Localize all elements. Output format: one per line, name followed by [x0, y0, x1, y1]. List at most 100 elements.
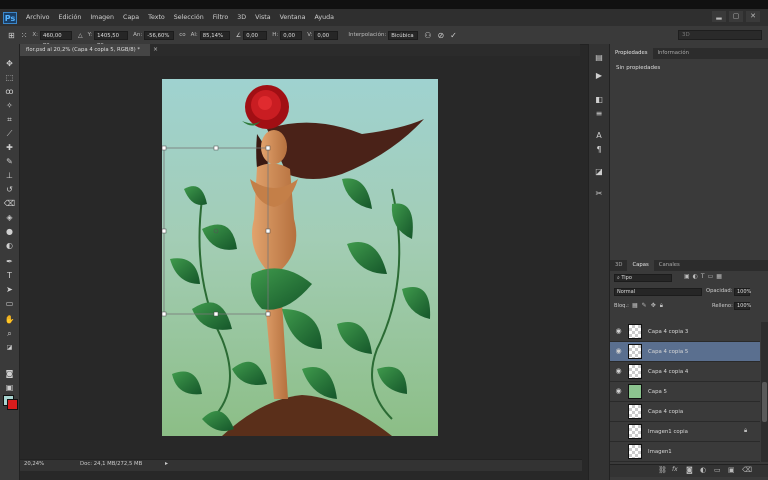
- zoom-tool-icon[interactable]: ⌕: [3, 328, 16, 340]
- angle-field[interactable]: 0,00: [243, 30, 268, 40]
- hand-tool-icon[interactable]: ✋: [3, 314, 16, 326]
- zoom-level[interactable]: 20,24%: [24, 461, 44, 467]
- layer-row[interactable]: ◉ Capa 4 copia 3: [610, 322, 760, 342]
- hskew-field[interactable]: 0,00: [280, 30, 303, 40]
- close-tab-icon[interactable]: ×: [153, 44, 158, 56]
- background-color-swatch[interactable]: [7, 399, 18, 410]
- healing-brush-tool-icon[interactable]: ✚: [3, 142, 16, 154]
- marquee-tool-icon[interactable]: ⬚: [3, 72, 16, 84]
- eyedropper-tool-icon[interactable]: ⟋: [3, 128, 16, 140]
- blend-mode-select[interactable]: Normal: [614, 288, 702, 296]
- tab-propiedades[interactable]: Propiedades: [610, 48, 653, 59]
- pen-tool-icon[interactable]: ✒: [3, 256, 16, 268]
- trash-icon[interactable]: ⌫: [742, 466, 752, 474]
- lock-icons[interactable]: ▦✎✥🔒︎: [632, 302, 667, 310]
- crop-tool-icon[interactable]: ⌗: [3, 114, 16, 126]
- properties-panel-icon[interactable]: ≡: [593, 108, 605, 120]
- eye-icon[interactable]: ◉: [614, 427, 623, 436]
- tool-presets-icon[interactable]: ✂: [593, 188, 605, 200]
- eraser-tool-icon[interactable]: ⌫: [3, 198, 16, 210]
- history-brush-tool-icon[interactable]: ↺: [3, 184, 16, 196]
- history-panel-icon[interactable]: ▤: [593, 52, 605, 64]
- layer-row[interactable]: ◉ Capa 4 copia: [610, 402, 760, 422]
- menu-texto[interactable]: Texto: [148, 14, 165, 21]
- layer-filter-icons[interactable]: ▣◐T▭▦: [684, 273, 725, 280]
- minimize-button[interactable]: ▂: [712, 11, 726, 22]
- tab-capas[interactable]: Capas: [627, 260, 654, 271]
- menu-archivo[interactable]: Archivo: [26, 14, 50, 21]
- layer-filter-select[interactable]: ⌕ Tipo: [614, 274, 672, 282]
- fill-field[interactable]: 100%: [734, 302, 751, 310]
- mask-icon[interactable]: ◙: [686, 466, 693, 474]
- menu-filtro[interactable]: Filtro: [213, 14, 228, 21]
- eye-icon[interactable]: ◉: [614, 407, 623, 416]
- artwork-canvas[interactable]: [162, 79, 438, 436]
- link-icon[interactable]: ⛓: [658, 466, 667, 474]
- layer-row-selected[interactable]: ◉ Capa 4 copia 5: [610, 342, 760, 362]
- menu-ventana[interactable]: Ventana: [280, 14, 306, 21]
- adjustment-icon[interactable]: ◐: [700, 466, 706, 474]
- menu-capa[interactable]: Capa: [123, 14, 139, 21]
- eye-icon[interactable]: ◉: [614, 447, 623, 456]
- reference-point-icon[interactable]: ⁙: [21, 31, 28, 40]
- folder-icon[interactable]: ▭: [714, 466, 721, 474]
- warp-icon[interactable]: ⚇: [424, 31, 431, 40]
- eye-icon[interactable]: ◉: [614, 347, 623, 356]
- layers-scrollbar[interactable]: [761, 322, 768, 462]
- close-button[interactable]: ✕: [746, 11, 760, 22]
- type-tool-icon[interactable]: T: [3, 270, 16, 282]
- transform-tool-icon[interactable]: ⊞: [8, 31, 15, 40]
- eye-icon[interactable]: ◉: [614, 367, 623, 376]
- layer-row[interactable]: ◉ Imagen1 copia 🔒︎: [610, 422, 760, 442]
- quick-mask-icon[interactable]: ◙: [3, 368, 16, 380]
- paragraph-panel-icon[interactable]: ¶: [593, 144, 605, 156]
- tab-informacion[interactable]: Información: [653, 48, 695, 59]
- height-field[interactable]: 85,14%: [199, 30, 230, 40]
- workspace-search-field[interactable]: 3D: [678, 30, 762, 40]
- layer-row[interactable]: ◉ Capa 5: [610, 382, 760, 402]
- menu-edicion[interactable]: Edición: [59, 14, 82, 21]
- eye-icon[interactable]: ◉: [614, 327, 623, 336]
- default-colors-icon[interactable]: ◪: [3, 342, 16, 354]
- menu-imagen[interactable]: Imagen: [90, 14, 114, 21]
- adjustments-panel-icon[interactable]: ◧: [593, 94, 605, 106]
- x-field[interactable]: 460,00 px: [40, 30, 73, 48]
- path-selection-tool-icon[interactable]: ➤: [3, 284, 16, 296]
- menu-ayuda[interactable]: Ayuda: [314, 14, 333, 21]
- layer-row[interactable]: ◉ Capa 4 copia 4: [610, 362, 760, 382]
- clone-stamp-tool-icon[interactable]: ⊥: [3, 170, 16, 182]
- lasso-tool-icon[interactable]: ꝏ: [3, 86, 16, 98]
- maximize-button[interactable]: ▢: [729, 11, 743, 22]
- blur-tool-icon[interactable]: ●: [3, 226, 16, 238]
- layer-row[interactable]: ◉ Imagen1: [610, 442, 760, 462]
- document-tab[interactable]: flor.psd al 20,2% (Capa 4 copia 5, RGB/8…: [20, 44, 150, 56]
- rectangle-tool-icon[interactable]: ▭: [3, 298, 16, 310]
- eye-icon[interactable]: ◉: [614, 387, 623, 396]
- vskew-field[interactable]: 0,00: [314, 30, 339, 40]
- delta-icon[interactable]: △: [78, 32, 83, 39]
- quick-selection-tool-icon[interactable]: ✧: [3, 100, 16, 112]
- new-layer-icon[interactable]: ▣: [728, 466, 735, 474]
- styles-panel-icon[interactable]: ◪: [593, 166, 605, 178]
- menu-vista[interactable]: Vista: [255, 14, 271, 21]
- character-panel-icon[interactable]: A: [593, 130, 605, 142]
- brush-tool-icon[interactable]: ✎: [3, 156, 16, 168]
- layers-scrollbar-thumb[interactable]: [762, 382, 767, 422]
- dodge-tool-icon[interactable]: ◐: [3, 240, 16, 252]
- screen-mode-icon[interactable]: ▣: [3, 382, 16, 394]
- paint-bucket-tool-icon[interactable]: ◈: [3, 212, 16, 224]
- actions-panel-icon[interactable]: ▶: [593, 70, 605, 82]
- link-label[interactable]: co: [179, 32, 185, 38]
- menu-3d[interactable]: 3D: [237, 14, 246, 21]
- fx-icon[interactable]: fx: [672, 466, 678, 473]
- cancel-transform-icon[interactable]: ⊘: [437, 31, 444, 40]
- menu-seleccion[interactable]: Selección: [174, 14, 204, 21]
- interpolation-select[interactable]: Bicúbica: [388, 30, 419, 40]
- commit-transform-icon[interactable]: ✓: [450, 31, 457, 40]
- status-menu-arrow-icon[interactable]: ▸: [165, 460, 168, 467]
- tab-canales[interactable]: Canales: [654, 260, 685, 271]
- move-tool-icon[interactable]: ✥: [3, 58, 16, 70]
- y-field[interactable]: 1405,50 px: [94, 30, 129, 48]
- opacity-field[interactable]: 100%: [734, 288, 751, 296]
- width-field[interactable]: -56,60%: [144, 30, 175, 40]
